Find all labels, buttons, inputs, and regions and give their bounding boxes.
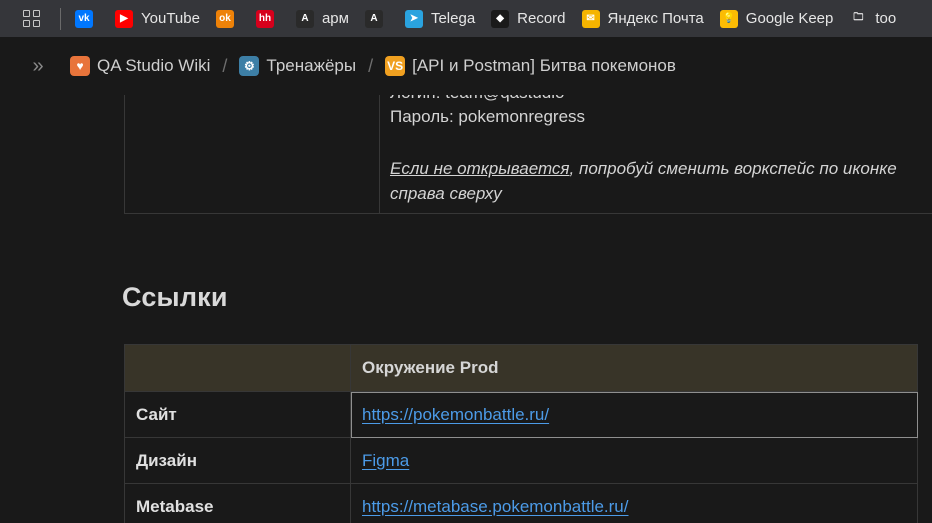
header-env-prod: Окружение Prod	[350, 344, 918, 392]
table-row: Сайт https://pokemonbattle.ru/	[124, 391, 918, 438]
bookmark-app[interactable]: A	[364, 9, 391, 28]
table-row: Дизайн Figma	[124, 437, 918, 484]
breadcrumb-label: Тренажёры	[266, 56, 357, 75]
bookmark-label: арм	[321, 10, 349, 27]
bookmark-youtube[interactable]: ▶ YouTube	[115, 9, 200, 28]
workspace-note: Если не открывается, попробуй сменить во…	[390, 156, 930, 206]
site-link[interactable]: https://pokemonbattle.ru/	[362, 405, 549, 424]
arm-icon: A	[295, 9, 314, 28]
record-icon: ◆	[491, 9, 510, 28]
bookmark-telegram[interactable]: ➤ Telega	[404, 9, 476, 28]
credentials-table: Логин: team@qastudio Пароль: pokemonregr…	[124, 95, 932, 214]
row-label-metabase: Metabase	[124, 483, 351, 523]
bookmark-label: Telega	[430, 10, 476, 27]
expand-sidebar-icon[interactable]: »	[24, 54, 48, 78]
apps-grid-icon[interactable]	[20, 8, 42, 30]
breadcrumb-item-1[interactable]: ⚙ Тренажёры	[239, 56, 356, 76]
postman-battle-icon: VS	[385, 56, 406, 76]
mail-icon: ✉	[581, 9, 600, 28]
figma-link[interactable]: Figma	[362, 451, 409, 470]
password-text: Пароль: pokemonregress	[390, 107, 586, 126]
row-label-site: Сайт	[124, 391, 351, 438]
breadcrumb: » ♥ QA Studio Wiki / ⚙ Тренажёры / VS [API и Po…	[0, 37, 932, 95]
links-heading: Ссылки	[122, 282, 228, 312]
table-column-divider	[379, 95, 380, 214]
bookmark-label: too	[875, 10, 897, 27]
youtube-icon: ▶	[115, 9, 133, 28]
links-table: Окружение Prod Сайт https://pokemonbattl…	[124, 344, 918, 523]
breadcrumb-label: [API и Postman] Битва покемонов	[412, 56, 676, 75]
bookmark-odnoklassniki[interactable]: ok	[215, 9, 242, 28]
bookmark-hh[interactable]: hh	[255, 9, 282, 28]
bookmarks-bar: vk ▶ YouTube ok hh Aарм A ➤ Telega ◆ Record ✉ Яндекс…	[0, 0, 932, 37]
vk-icon: vk	[75, 9, 93, 28]
row-value-metabase[interactable]: https://metabase.pokemonbattle.ru/	[350, 483, 918, 523]
breadcrumb-separator: /	[368, 55, 374, 76]
qa-studio-icon: ♥	[70, 56, 90, 76]
metabase-link[interactable]: https://metabase.pokemonbattle.ru/	[362, 497, 629, 516]
app-icon: A	[364, 9, 383, 28]
keep-icon: 💡	[719, 9, 738, 28]
bookmark-mail[interactable]: ✉ Яндекс Почта	[581, 9, 704, 28]
breadcrumb-separator: /	[222, 55, 228, 76]
row-label-design: Дизайн	[124, 437, 351, 484]
bookmark-arm[interactable]: Aарм	[295, 9, 349, 28]
header-empty-cell	[124, 344, 351, 392]
breadcrumb-item-0[interactable]: ♥ QA Studio Wiki	[70, 56, 210, 76]
bookmark-folder[interactable]: 🗀 too	[849, 10, 896, 28]
breadcrumb-items: ♥ QA Studio Wiki / ⚙ Тренажёры / VS [API и Post…	[70, 56, 676, 77]
bookmark-record[interactable]: ◆ Record	[491, 9, 566, 28]
row-value-site[interactable]: https://pokemonbattle.ru/	[350, 391, 918, 438]
breadcrumb-item-2[interactable]: VS [API и Postman] Битва покемонов	[385, 56, 676, 76]
row-value-design[interactable]: Figma	[350, 437, 918, 484]
note-link[interactable]: Если не открывается	[390, 159, 570, 178]
login-text: Логин: team@qastudio	[390, 95, 564, 103]
odnoklassniki-icon: ok	[215, 9, 234, 28]
bookmark-label: Record	[517, 10, 566, 27]
bookmark-label: Яндекс Почта	[607, 10, 704, 27]
bookmark-label: Google Keep	[745, 10, 834, 27]
breadcrumb-label: QA Studio Wiki	[97, 56, 211, 75]
table-header-row: Окружение Prod	[124, 344, 918, 392]
bookmark-list: vk ▶ YouTube ok hh Aарм A ➤ Telega ◆ Record ✉ Яндекс…	[75, 9, 912, 28]
table-row: Metabase https://metabase.pokemonbattle.…	[124, 483, 918, 523]
bookmark-vk[interactable]: vk	[75, 9, 101, 28]
bookmark-keep[interactable]: 💡 Google Keep	[719, 9, 834, 28]
bookmarks-divider	[60, 7, 61, 30]
folder-icon: 🗀	[853, 12, 864, 23]
gear-icon: ⚙	[239, 56, 260, 76]
telegram-icon: ➤	[404, 9, 423, 28]
bookmark-label: YouTube	[141, 10, 200, 27]
hh-icon: hh	[255, 9, 274, 28]
page-content: Логин: team@qastudio Пароль: pokemonregr…	[0, 95, 932, 523]
